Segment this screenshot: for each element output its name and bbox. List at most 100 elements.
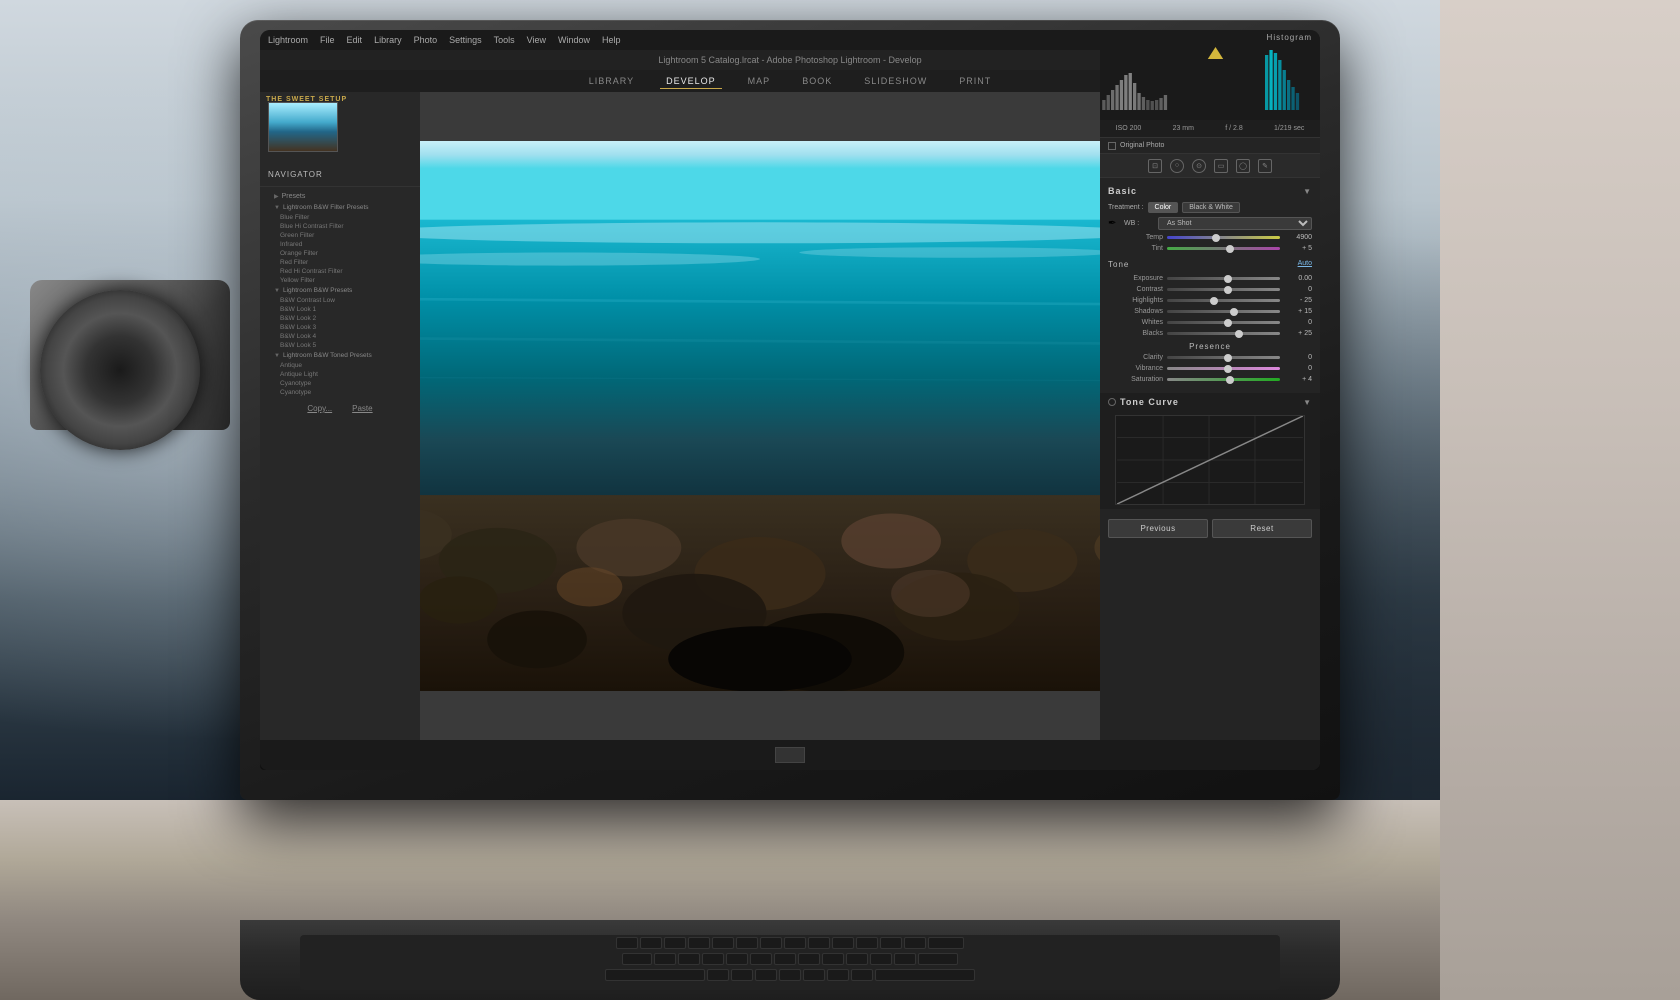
key[interactable] <box>803 969 825 981</box>
blacks-slider[interactable] <box>1167 332 1280 335</box>
vibrance-slider[interactable] <box>1167 367 1280 370</box>
shadows-slider[interactable] <box>1167 310 1280 313</box>
preset-bw-look-2[interactable]: B&W Look 2 <box>266 314 414 323</box>
key[interactable] <box>822 953 844 965</box>
contrast-thumb[interactable] <box>1224 286 1232 294</box>
key[interactable] <box>750 953 772 965</box>
preset-bw-look-3[interactable]: B&W Look 3 <box>266 323 414 332</box>
preset-bw-contrast-low[interactable]: B&W Contrast Low <box>266 296 414 305</box>
menu-window[interactable]: Window <box>558 35 590 45</box>
key[interactable] <box>712 937 734 949</box>
bw-button[interactable]: Black & White <box>1182 202 1240 213</box>
vibrance-thumb[interactable] <box>1224 365 1232 373</box>
preset-cyanotype2[interactable]: Cyanotype <box>266 388 414 397</box>
tint-slider[interactable] <box>1167 247 1280 250</box>
exposure-thumb[interactable] <box>1224 275 1232 283</box>
highlights-thumb[interactable] <box>1210 297 1218 305</box>
tab-library[interactable]: LIBRARY <box>583 74 640 88</box>
preset-yellow[interactable]: Yellow Filter <box>266 276 414 285</box>
whites-thumb[interactable] <box>1224 319 1232 327</box>
key[interactable] <box>616 937 638 949</box>
key[interactable] <box>755 969 777 981</box>
preset-red[interactable]: Red Filter <box>266 258 414 267</box>
filmstrip-thumb[interactable] <box>775 747 805 763</box>
panel-scroll-area[interactable]: Basic ▼ Treatment : Color Black & White … <box>1100 178 1320 770</box>
key[interactable] <box>918 953 958 965</box>
tab-develop[interactable]: DEVELOP <box>660 74 722 89</box>
preset-bw-look-4[interactable]: B&W Look 4 <box>266 332 414 341</box>
wb-dropdown[interactable]: As Shot <box>1158 217 1312 230</box>
key[interactable] <box>678 953 700 965</box>
tab-book[interactable]: BOOK <box>796 74 838 88</box>
key[interactable] <box>774 953 796 965</box>
previous-button[interactable]: Previous <box>1108 519 1208 538</box>
key[interactable] <box>784 937 806 949</box>
menu-photo[interactable]: Photo <box>414 35 438 45</box>
key[interactable] <box>654 953 676 965</box>
blacks-thumb[interactable] <box>1235 330 1243 338</box>
key[interactable] <box>928 937 964 949</box>
basic-collapse-icon[interactable]: ▼ <box>1303 187 1312 196</box>
key[interactable] <box>688 937 710 949</box>
menu-library[interactable]: Library <box>374 35 402 45</box>
key[interactable] <box>707 969 729 981</box>
key[interactable] <box>827 969 849 981</box>
menu-tools[interactable]: Tools <box>494 35 515 45</box>
preset-cyanotype[interactable]: Cyanotype <box>266 379 414 388</box>
preset-blue-hi[interactable]: Blue Hi Contrast Filter <box>266 222 414 231</box>
key[interactable] <box>875 969 975 981</box>
key[interactable] <box>880 937 902 949</box>
original-photo-checkbox[interactable] <box>1108 142 1116 150</box>
tab-map[interactable]: MAP <box>742 74 777 88</box>
tint-thumb[interactable] <box>1226 245 1234 253</box>
tone-curve-svg[interactable] <box>1115 415 1305 505</box>
menu-help[interactable]: Help <box>602 35 621 45</box>
auto-link[interactable]: Auto <box>1298 260 1312 267</box>
tab-print[interactable]: PRINT <box>953 74 997 88</box>
copy-button[interactable]: Copy... <box>307 404 332 413</box>
exposure-slider[interactable] <box>1167 277 1280 280</box>
key[interactable] <box>832 937 854 949</box>
highlights-slider[interactable] <box>1167 299 1280 302</box>
preset-group-bw[interactable]: ▼ Lightroom B&W Presets <box>266 285 414 296</box>
key[interactable] <box>846 953 868 965</box>
key[interactable] <box>726 953 748 965</box>
crop-tool[interactable]: ⊡ <box>1148 159 1162 173</box>
spot-heal-tool[interactable]: ○ <box>1170 159 1184 173</box>
key[interactable] <box>779 969 801 981</box>
key[interactable] <box>605 969 705 981</box>
eyedropper-icon[interactable]: ✒ <box>1108 218 1120 230</box>
preset-bw-look-1[interactable]: B&W Look 1 <box>266 305 414 314</box>
menu-view[interactable]: View <box>527 35 546 45</box>
preset-red-hi[interactable]: Red Hi Contrast Filter <box>266 267 414 276</box>
tab-slideshow[interactable]: SLIDESHOW <box>858 74 933 88</box>
paste-button[interactable]: Paste <box>352 404 372 413</box>
preset-antique[interactable]: Antique <box>266 361 414 370</box>
tone-curve-toggle[interactable] <box>1108 398 1116 406</box>
menu-edit[interactable]: Edit <box>347 35 363 45</box>
temp-slider[interactable] <box>1167 236 1280 239</box>
contrast-slider[interactable] <box>1167 288 1280 291</box>
menu-file[interactable]: File <box>320 35 335 45</box>
key[interactable] <box>760 937 782 949</box>
preset-infrared[interactable]: Infrared <box>266 240 414 249</box>
menu-settings[interactable]: Settings <box>449 35 482 45</box>
whites-slider[interactable] <box>1167 321 1280 324</box>
preset-blue-filter[interactable]: Blue Filter <box>266 213 414 222</box>
adjust-brush-tool[interactable]: ✎ <box>1258 159 1272 173</box>
radial-filter-tool[interactable]: ◯ <box>1236 159 1250 173</box>
key[interactable] <box>640 937 662 949</box>
preset-bw-look-5[interactable]: B&W Look 5 <box>266 341 414 350</box>
clarity-slider[interactable] <box>1167 356 1280 359</box>
key[interactable] <box>736 937 758 949</box>
key[interactable] <box>664 937 686 949</box>
preset-orange[interactable]: Orange Filter <box>266 249 414 258</box>
menu-lightroom[interactable]: Lightroom <box>268 35 308 45</box>
key[interactable] <box>856 937 878 949</box>
grad-filter-tool[interactable]: ▭ <box>1214 159 1228 173</box>
color-button[interactable]: Color <box>1148 202 1179 213</box>
key[interactable] <box>894 953 916 965</box>
clarity-thumb[interactable] <box>1224 354 1232 362</box>
key[interactable] <box>798 953 820 965</box>
preset-group-bw-filter[interactable]: ▼ Lightroom B&W Filter Presets <box>266 202 414 213</box>
